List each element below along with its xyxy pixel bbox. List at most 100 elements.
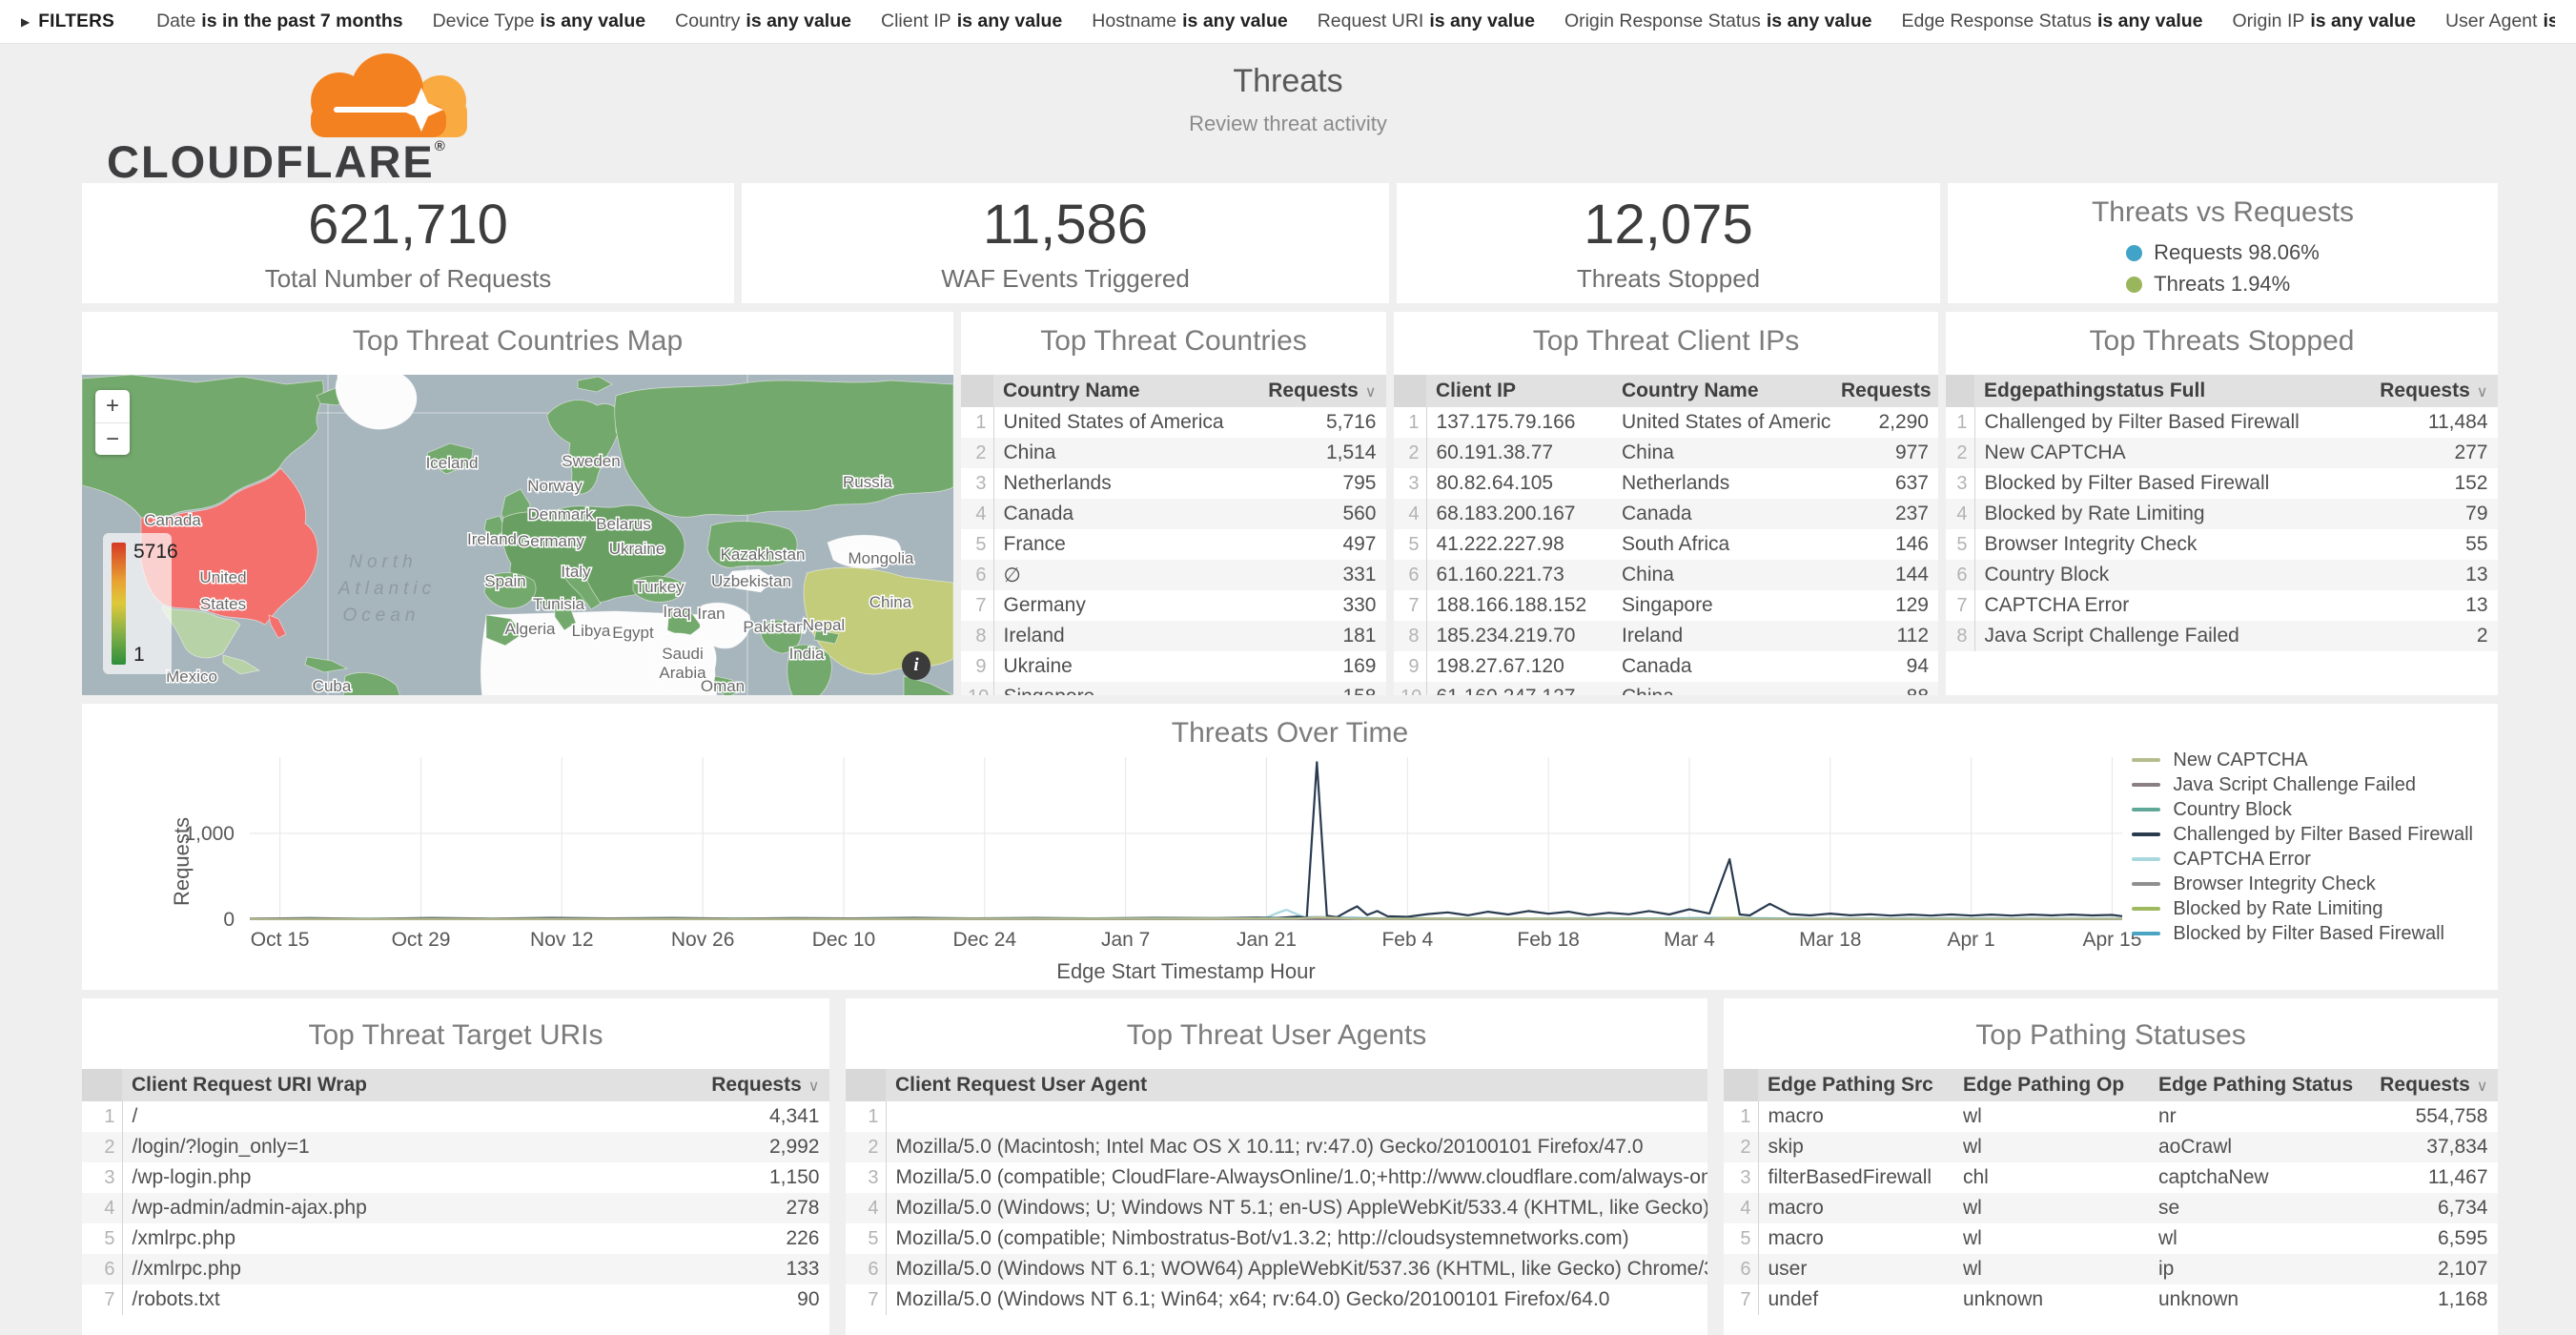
panel-title: Threats vs Requests	[1948, 196, 2498, 229]
column-header[interactable]: Edge Pathing Op	[1953, 1069, 2149, 1101]
chart-legend-item[interactable]: Blocked by Rate Limiting	[2132, 896, 2473, 921]
table-row: 6Country Block13	[1946, 560, 2498, 590]
cell: //xmlrpc.php	[122, 1254, 686, 1284]
filter-chip[interactable]: Device Typeis any value	[433, 10, 646, 32]
cell: 198.27.67.120	[1426, 651, 1612, 682]
cell: user	[1758, 1254, 1953, 1284]
zoom-in-button[interactable]: +	[95, 390, 130, 422]
table-row: 5macrowlwl6,595	[1724, 1223, 2498, 1254]
table-row: 1/4,341	[82, 1101, 829, 1132]
cell: 158	[1243, 682, 1386, 695]
cell: 278	[686, 1193, 829, 1223]
table-row: 8185.234.219.70Ireland112	[1394, 621, 1938, 651]
table-row: 9Ukraine169	[961, 651, 1386, 682]
filter-items: Dateis in the past 7 months Device Typeis…	[156, 10, 2555, 32]
chart-legend-item[interactable]: Country Block	[2132, 797, 2473, 822]
row-number: 1	[1394, 407, 1426, 438]
row-number-header	[1946, 375, 1974, 407]
country-label: Ireland	[467, 530, 517, 548]
cell: 80.82.64.105	[1426, 468, 1612, 499]
x-tick-label: Mar 4	[1664, 929, 1715, 951]
cell: Mozilla/5.0 (Windows; U; Windows NT 5.1;…	[886, 1193, 1707, 1223]
filter-chip[interactable]: Client IPis any value	[881, 10, 1062, 32]
cell: 226	[686, 1223, 829, 1254]
cell: Singapore	[1612, 590, 1831, 621]
cell: ip	[2149, 1254, 2363, 1284]
cell: New CAPTCHA	[1974, 438, 2331, 468]
y-tick-label: 1,000	[184, 823, 235, 845]
panel-top-threat-target-uris: Top Threat Target URIs Client Request UR…	[82, 998, 829, 1335]
row-number: 5	[846, 1223, 886, 1254]
filter-chip[interactable]: Hostnameis any value	[1092, 10, 1287, 32]
country-label: Pakistan	[743, 618, 805, 636]
cell: Canada	[1612, 651, 1831, 682]
filter-chip[interactable]: Request URIis any value	[1318, 10, 1535, 32]
row-number: 4	[961, 499, 993, 529]
column-header[interactable]: Client Request URI Wrap	[122, 1069, 686, 1101]
column-header[interactable]: Requests∨	[1831, 375, 1938, 407]
chart-legend-item[interactable]: CAPTCHA Error	[2132, 847, 2473, 872]
filter-chip[interactable]: User Agentis any value	[2445, 10, 2555, 32]
cell: 6,595	[2363, 1223, 2498, 1254]
filter-chip[interactable]: Origin IPis any value	[2233, 10, 2416, 32]
column-header[interactable]: Client Request User Agent	[886, 1069, 1707, 1101]
filter-chip[interactable]: Edge Response Statusis any value	[1901, 10, 2202, 32]
cell: 11,484	[2331, 407, 2498, 438]
panel-title: Top Threat Client IPs	[1394, 312, 1938, 375]
cell: 88	[1831, 682, 1938, 695]
country-label: States	[200, 595, 246, 613]
column-header[interactable]: Requests∨	[2331, 375, 2498, 407]
filter-chip[interactable]: Dateis in the past 7 months	[156, 10, 403, 32]
map-zoom-control: + −	[95, 390, 130, 455]
row-number: 8	[961, 621, 993, 651]
cell: /	[122, 1101, 686, 1132]
cell: 1,168	[2363, 1284, 2498, 1315]
table-row: 5Browser Integrity Check55	[1946, 529, 2498, 560]
chart-legend-item[interactable]: New CAPTCHA	[2132, 748, 2473, 772]
ocean-label: Atlantic	[337, 579, 436, 599]
filter-chip[interactable]: Countryis any value	[675, 10, 851, 32]
column-header[interactable]: Country Name	[993, 375, 1243, 407]
cell: wl	[1953, 1193, 2149, 1223]
cell: China	[1612, 560, 1831, 590]
row-number: 2	[1724, 1132, 1758, 1162]
legend-item: Requests 98.06%	[2126, 240, 2320, 265]
cell: se	[2149, 1193, 2363, 1223]
country-label: China	[869, 593, 912, 611]
column-header[interactable]: Edge Pathing Src	[1758, 1069, 1953, 1101]
country-label: Libya	[572, 622, 611, 640]
panel-threats-vs-requests: Threats vs Requests Requests 98.06% Threa…	[1948, 183, 2498, 303]
column-header[interactable]: Edgepathingstatus Full	[1974, 375, 2331, 407]
filters-toggle[interactable]: ▶ FILTERS	[21, 11, 114, 32]
cell: 497	[1243, 529, 1386, 560]
cell: South Africa	[1612, 529, 1831, 560]
row-number: 6	[1394, 560, 1426, 590]
column-header[interactable]: Edge Pathing Status	[2149, 1069, 2363, 1101]
cell: Country Block	[1974, 560, 2331, 590]
legend-line-icon	[2132, 882, 2160, 886]
column-header[interactable]: Country Name	[1612, 375, 1831, 407]
dashboard-header: CLOUDFLARE® Threats Review threat activi…	[0, 44, 2576, 181]
column-header[interactable]: Client IP	[1426, 375, 1612, 407]
panel-title: Top Threat Countries Map	[82, 312, 953, 375]
legend-dot-icon	[2126, 277, 2142, 293]
chart-legend-item[interactable]: Java Script Challenge Failed	[2132, 772, 2473, 797]
chart-legend-item[interactable]: Blocked by Filter Based Firewall	[2132, 921, 2473, 946]
column-header[interactable]: Requests∨	[1243, 375, 1386, 407]
column-header[interactable]: Requests∨	[686, 1069, 829, 1101]
zoom-out-button[interactable]: −	[95, 422, 130, 455]
column-header[interactable]: Requests∨	[2363, 1069, 2498, 1101]
cell: wl	[1953, 1223, 2149, 1254]
cell: unknown	[1953, 1284, 2149, 1315]
data-table: Country NameRequests∨1United States of A…	[961, 375, 1386, 695]
legend-item: Threats 1.94%	[2126, 272, 2290, 297]
world-map[interactable]: CanadaUnitedStatesMexicoCubaIcelandIrela…	[82, 375, 953, 695]
chart-legend-item[interactable]: Challenged by Filter Based Firewall	[2132, 822, 2473, 847]
row-number: 7	[1724, 1284, 1758, 1315]
cell: 795	[1243, 468, 1386, 499]
panel-top-threat-user-agents: Top Threat User Agents Client Request Us…	[846, 998, 1707, 1335]
filter-chip[interactable]: Origin Response Statusis any value	[1564, 10, 1872, 32]
cell: Blocked by Rate Limiting	[1974, 499, 2331, 529]
chart-legend-item[interactable]: Browser Integrity Check	[2132, 872, 2473, 896]
map-info-button[interactable]: i	[902, 651, 930, 680]
